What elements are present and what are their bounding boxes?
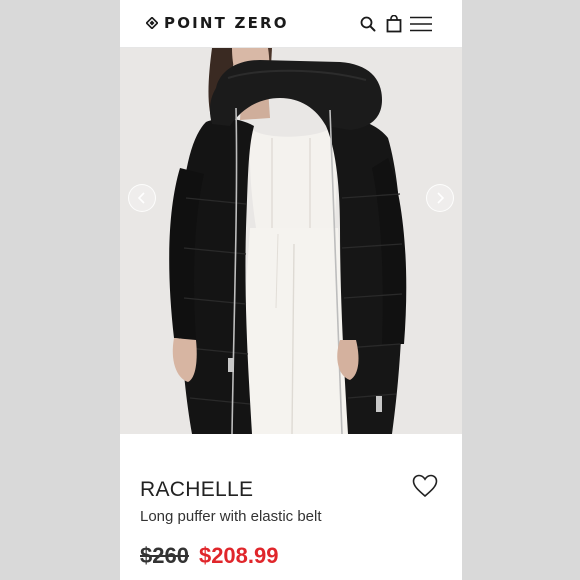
diamond-logo-icon xyxy=(146,17,158,29)
brand-logo[interactable]: POINT ZERO xyxy=(146,14,289,32)
search-button[interactable] xyxy=(358,14,378,34)
product-image-gallery[interactable] xyxy=(120,48,462,434)
menu-button[interactable] xyxy=(408,14,434,34)
chevron-left-icon xyxy=(137,192,145,204)
shopping-bag-icon xyxy=(386,15,402,33)
hamburger-menu-icon xyxy=(410,16,432,32)
previous-image-button[interactable] xyxy=(128,184,156,212)
brand-name: POINT ZERO xyxy=(164,14,289,32)
site-header: POINT ZERO xyxy=(120,0,462,48)
chevron-right-icon xyxy=(437,192,445,204)
product-description: Long puffer with elastic belt xyxy=(140,508,322,525)
cart-button[interactable] xyxy=(384,14,404,34)
price-row: $260 $208.99 xyxy=(140,543,278,569)
next-image-button[interactable] xyxy=(426,184,454,212)
product-info: RACHELLE Long puffer with elastic belt $… xyxy=(120,434,462,580)
product-page: POINT ZERO RACHELLE Long puffer with ela… xyxy=(120,0,462,580)
original-price: $260 xyxy=(140,543,189,568)
wishlist-button[interactable] xyxy=(412,474,438,498)
search-icon xyxy=(360,16,376,32)
heart-outline-icon xyxy=(412,474,438,498)
product-photo xyxy=(120,48,462,434)
sale-price: $208.99 xyxy=(198,543,279,568)
product-name: RACHELLE xyxy=(140,478,254,501)
